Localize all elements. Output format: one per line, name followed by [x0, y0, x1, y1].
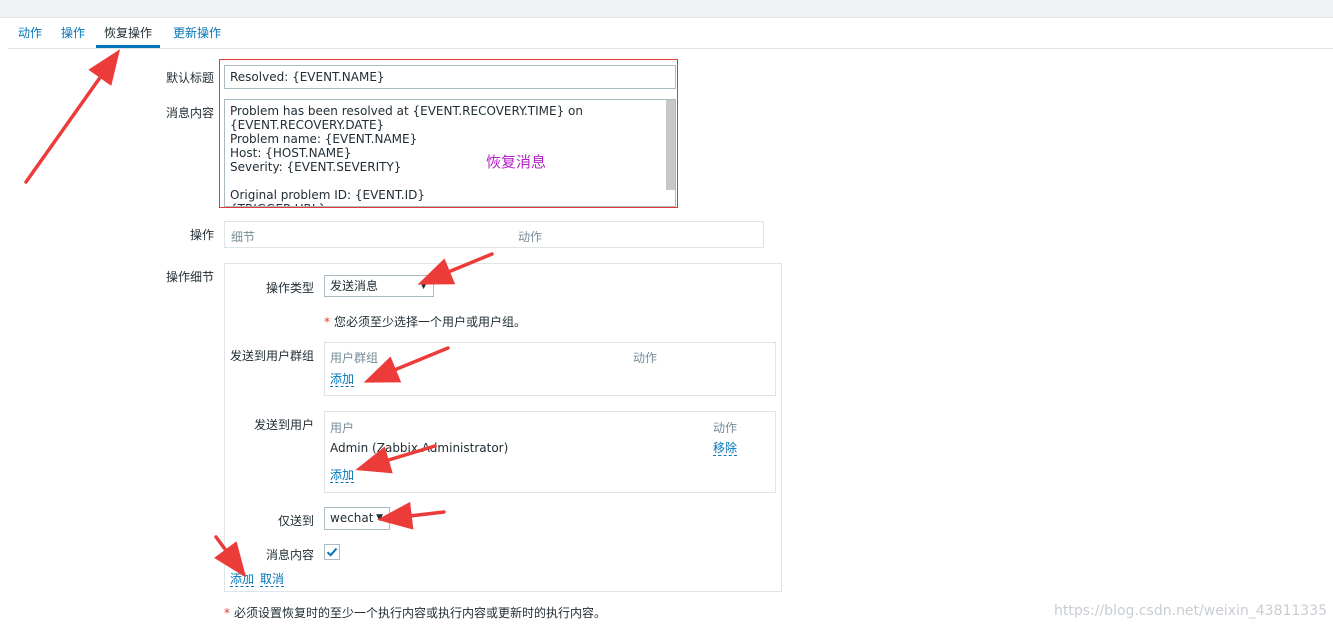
details-label: 操作细节: [165, 270, 214, 284]
operation-type-value: 发送消息: [330, 279, 379, 293]
chevron-down-icon: ▼: [420, 281, 427, 291]
operations-label: 操作: [189, 228, 214, 242]
required-star-icon: *: [324, 315, 330, 329]
tab-action[interactable]: 动作: [10, 18, 50, 48]
top-strip: [0, 0, 1333, 18]
operations-col-action: 动作: [518, 230, 543, 244]
users-col-action: 动作: [713, 421, 738, 435]
send-only-to-label: 仅送到: [277, 514, 314, 528]
arrow-to-recovery-tab: [24, 49, 121, 184]
add-link[interactable]: 添加: [230, 572, 255, 587]
footer-note: * 必须设置恢复时的至少一个执行内容或执行内容或更新时的执行内容。: [224, 604, 606, 621]
users-row-name: Admin (Zabbix Administrator): [330, 441, 509, 455]
operation-type-label: 操作类型: [265, 281, 314, 295]
users-table: 用户 动作 Admin (Zabbix Administrator) 移除 添加: [324, 411, 776, 493]
operations-table: 细节 动作: [224, 221, 764, 248]
users-label: 发送到用户: [253, 418, 314, 432]
user-groups-table: 用户群组 动作 添加: [324, 342, 776, 396]
tab-update-operations[interactable]: 更新操作: [165, 18, 229, 48]
required-star-icon: *: [224, 606, 230, 620]
user-groups-add-link[interactable]: 添加: [330, 372, 355, 387]
send-only-to-value: wechat: [330, 511, 374, 525]
tab-bar: 动作 操作 恢复操作 更新操作: [8, 18, 1333, 49]
operations-col-details: 细节: [231, 230, 256, 244]
cancel-link[interactable]: 取消: [260, 572, 285, 587]
footer-note-text: 必须设置恢复时的至少一个执行内容或执行内容或更新时的执行内容。: [234, 606, 607, 620]
highlight-rectangle: [219, 59, 678, 208]
subject-label: 默认标题: [165, 71, 214, 85]
tab-recovery-operations[interactable]: 恢复操作: [96, 18, 161, 48]
message-content-label: 消息内容: [265, 548, 314, 562]
message-content-checkbox[interactable]: [324, 544, 340, 560]
message-label: 消息内容: [165, 106, 214, 120]
users-add-link[interactable]: 添加: [330, 468, 355, 483]
required-note: * 您必须至少选择一个用户或用户组。: [324, 313, 526, 330]
user-groups-label: 发送到用户群组: [229, 349, 314, 363]
user-groups-col-group: 用户群组: [330, 351, 379, 365]
chevron-down-icon: ▼: [376, 513, 383, 523]
checkmark-icon: [326, 547, 338, 557]
required-note-text: 您必须至少选择一个用户或用户组。: [334, 315, 527, 329]
users-col-user: 用户: [330, 421, 355, 435]
users-row-remove-link[interactable]: 移除: [713, 441, 738, 456]
watermark: https://blog.csdn.net/weixin_43811335: [1054, 603, 1328, 619]
operation-type-select[interactable]: 发送消息 ▼: [324, 275, 434, 297]
send-only-to-select[interactable]: wechat ▼: [324, 507, 390, 530]
user-groups-col-action: 动作: [633, 351, 658, 365]
tab-operations[interactable]: 操作: [53, 18, 93, 48]
